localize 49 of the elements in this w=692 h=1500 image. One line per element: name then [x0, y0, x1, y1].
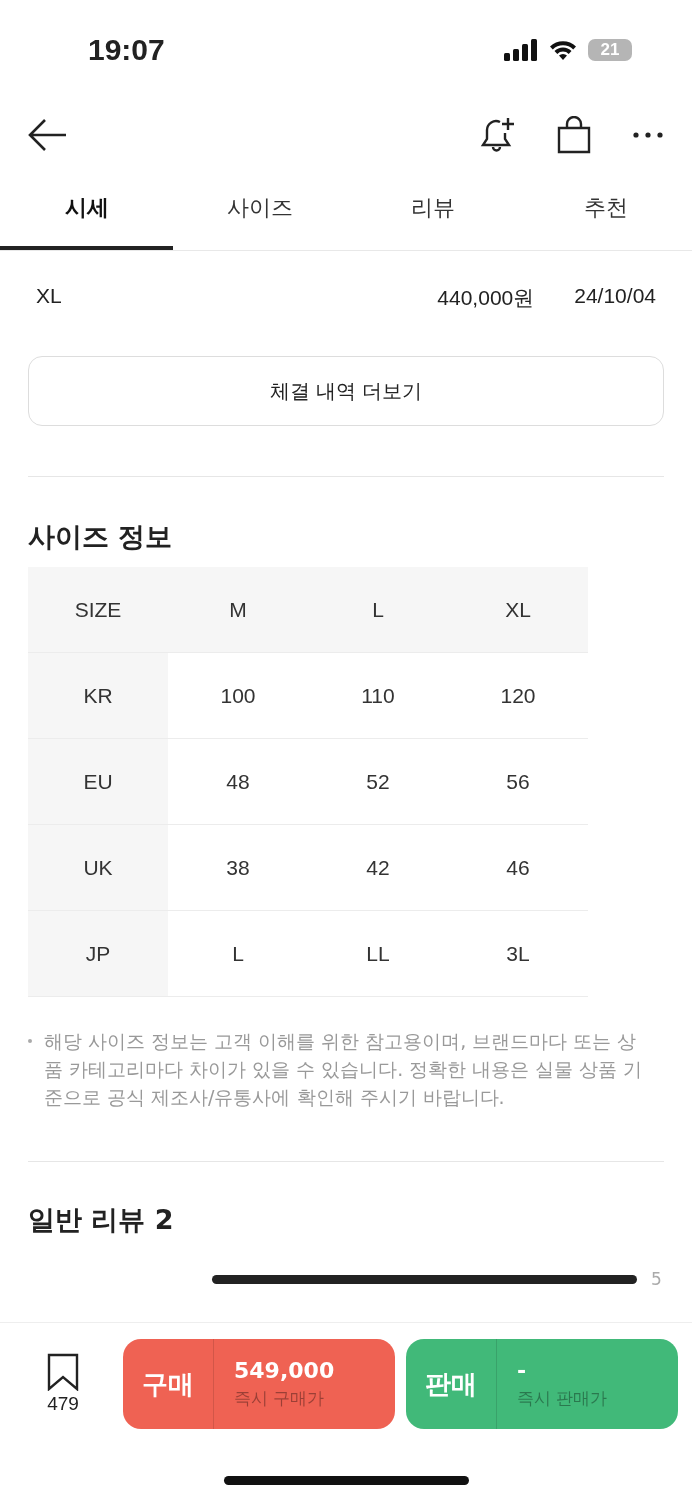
tab[interactable]: 리뷰: [346, 170, 519, 250]
column-header: SIZE: [28, 567, 168, 653]
table-cell: 100: [168, 653, 308, 739]
table-cell: LL: [308, 911, 448, 997]
column-header: L: [308, 567, 448, 653]
table-cell: 56: [448, 739, 588, 825]
bookmark-icon: [46, 1353, 80, 1391]
shopping-bag-icon[interactable]: [556, 116, 592, 154]
trade-size: XL: [36, 284, 63, 308]
row-header: KR: [28, 653, 168, 739]
back-arrow-icon[interactable]: [28, 118, 68, 152]
table-cell: 52: [308, 739, 448, 825]
bell-plus-icon[interactable]: [480, 116, 516, 154]
row-header: EU: [28, 739, 168, 825]
table-cell: 38: [168, 825, 308, 911]
price: -: [517, 1358, 528, 1383]
trade-price: 440,000원: [437, 285, 535, 311]
tab[interactable]: 사이즈: [173, 170, 346, 250]
table-cell: 48: [168, 739, 308, 825]
price-caption: 즉시 구매가: [234, 1387, 326, 1410]
column-header: M: [168, 567, 308, 653]
row-header: JP: [28, 911, 168, 997]
size-note: 해당 사이즈 정보는 고객 이해를 위한 참고용이며, 브랜드마다 또는 상품 카테고리마다 차이가 있을 수 있습니다. 정확한 내용은 실물 상품 기준으로 공식 제조사/유통사에 확인해 주시기 바랍니다.: [44, 1029, 644, 1110]
section-title: 사이즈 정보: [27, 520, 174, 552]
tab[interactable]: 추천: [519, 170, 692, 250]
action-label: 구매: [123, 1339, 214, 1429]
more-trades-button[interactable]: 체결 내역 더보기: [28, 356, 664, 426]
more-icon[interactable]: [632, 131, 664, 139]
table-cell: L: [168, 911, 308, 997]
battery-indicator: 21: [588, 39, 632, 61]
table-cell: 110: [308, 653, 448, 739]
bullet-icon: [28, 1039, 32, 1043]
table-cell: 46: [448, 825, 588, 911]
price: 549,000: [234, 1358, 335, 1383]
table-cell: 3L: [448, 911, 588, 997]
page-number: 5: [651, 1269, 662, 1289]
trade-date: 24/10/04: [574, 284, 656, 308]
signal-icon: [504, 39, 538, 61]
section-title: 일반 리뷰 2: [27, 1203, 175, 1237]
row-header: UK: [28, 825, 168, 911]
price-caption: 즉시 판매가: [517, 1387, 608, 1410]
action-label: 판매: [406, 1339, 497, 1429]
wifi-icon: [548, 39, 578, 61]
column-header: XL: [448, 567, 588, 653]
clock: 19:07: [88, 33, 165, 67]
tab[interactable]: 시세: [0, 170, 173, 250]
table-cell: 120: [448, 653, 588, 739]
bookmark-count: 479: [47, 1393, 79, 1415]
table-cell: 42: [308, 825, 448, 911]
